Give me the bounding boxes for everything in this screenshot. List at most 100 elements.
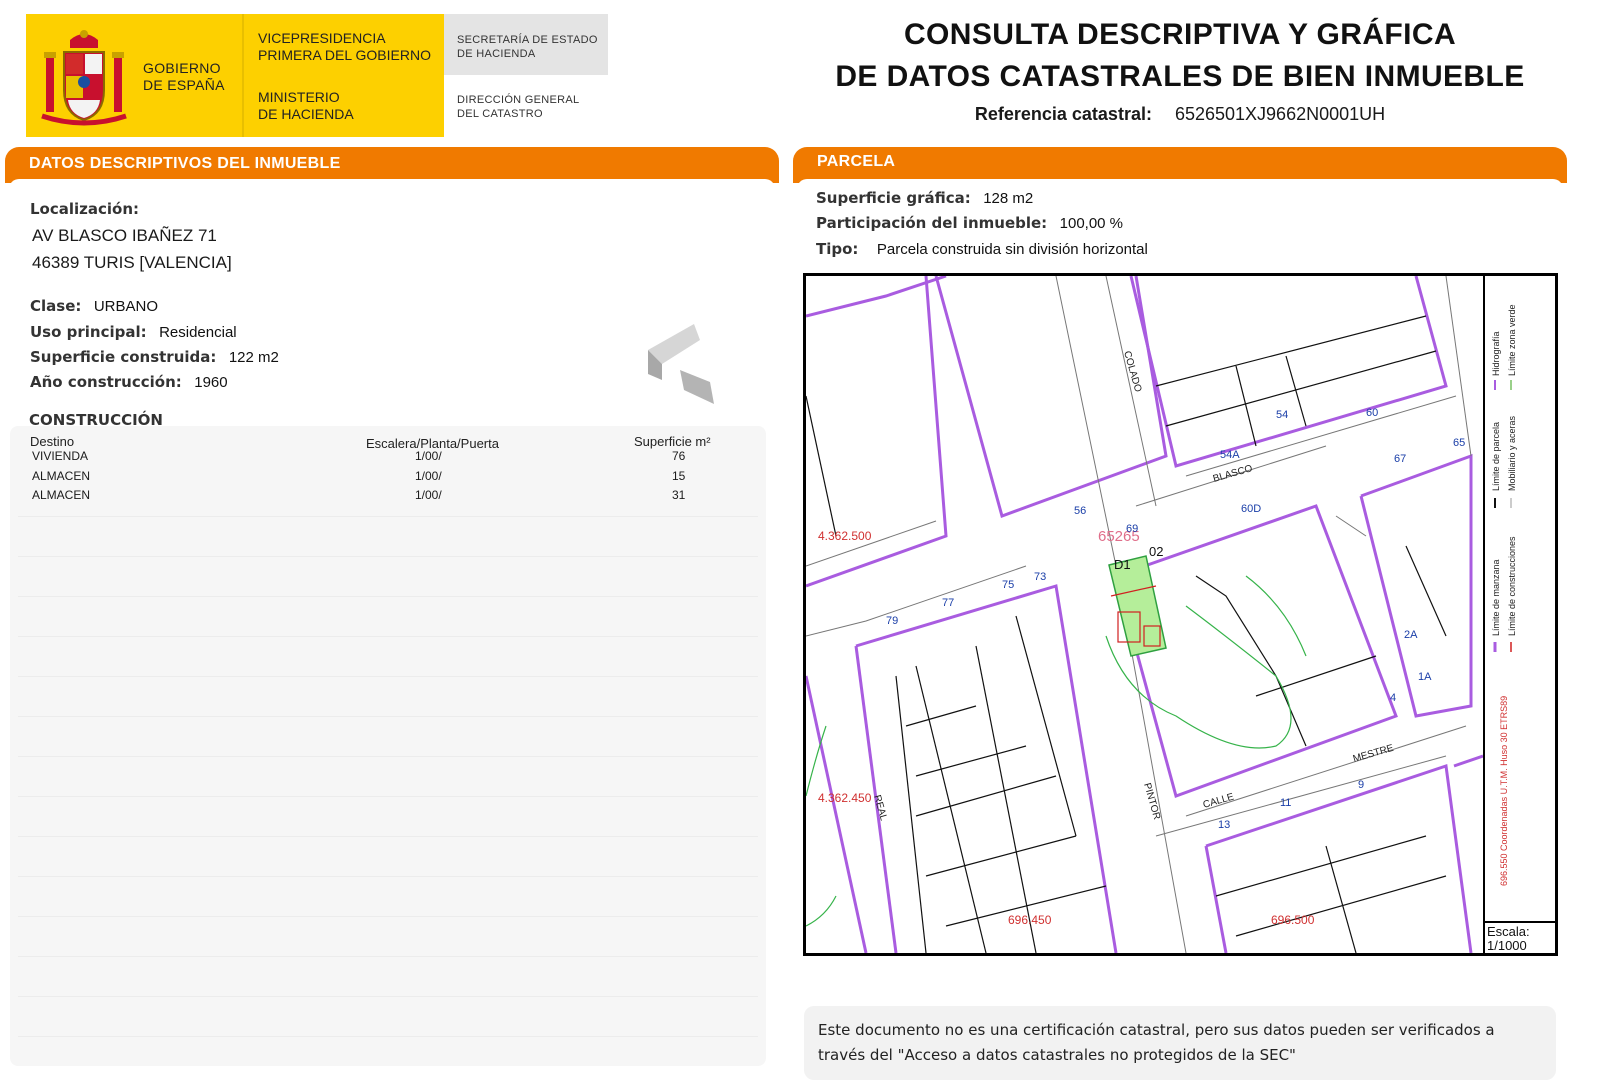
- legend-hidrografia: Hidrografía: [1491, 331, 1501, 376]
- house-number: 75: [1002, 579, 1014, 591]
- row-divider: [18, 716, 758, 717]
- scale-box: Escala: 1/1000: [1483, 921, 1555, 953]
- clase-row: Clase: URBANO: [30, 297, 158, 316]
- house-number: 54A: [1220, 449, 1240, 461]
- table-row: ALMACEN 1/00/ 31: [10, 485, 766, 505]
- legend-limite-parcela: Límite de parcela: [1491, 422, 1501, 491]
- superficie-row: Superficie construida: 122 m2: [30, 348, 279, 367]
- row-divider: [18, 956, 758, 957]
- row-divider: [18, 876, 758, 877]
- map-legend: Hidrografía Límite zona verde Límite de …: [1483, 276, 1555, 953]
- scale-label: Escala:: [1487, 924, 1530, 939]
- house-number: 54: [1276, 409, 1288, 421]
- row-divider: [18, 756, 758, 757]
- row-divider: [18, 916, 758, 917]
- cell-destino: ALMACEN: [32, 488, 91, 502]
- referencia-label: Referencia catastral:: [974, 104, 1152, 124]
- scale-value: 1/1000: [1487, 938, 1527, 953]
- cell-epp: 1/00/: [415, 488, 442, 502]
- legend-mobiliario: Mobiliario y aceras: [1507, 415, 1517, 491]
- coord-y2: 4.362.450: [818, 791, 872, 805]
- house-number: 1A: [1418, 671, 1432, 683]
- legend-limite-construcciones: Límite de construcciones: [1507, 536, 1517, 636]
- legend-limite-manzana: Límite de manzana: [1491, 559, 1501, 636]
- row-divider: [18, 596, 758, 597]
- row-divider: [18, 516, 758, 517]
- house-number: 2A: [1404, 629, 1418, 641]
- house-number: 79: [886, 615, 898, 627]
- logo-divider: [242, 14, 244, 137]
- anio-row: Año construcción: 1960: [30, 373, 228, 392]
- table-row: VIVIENDA 1/00/ 76: [10, 446, 766, 466]
- row-divider: [18, 676, 758, 677]
- row-divider: [18, 996, 758, 997]
- house-number: 60: [1366, 407, 1378, 419]
- uso-label: Uso principal:: [30, 323, 147, 341]
- superficie-grafica-label: Superficie gráfica:: [816, 189, 971, 207]
- house-number: 11: [1280, 797, 1291, 809]
- street-mestre: MESTRE: [1352, 743, 1395, 765]
- house-number: 13: [1218, 819, 1230, 831]
- row-divider: [18, 836, 758, 837]
- superficie-value: 122 m2: [228, 349, 279, 366]
- street-real: REAL: [871, 794, 889, 823]
- cadastral-map[interactable]: 65265 D1 02 4.362.500 4.362.450 696.450 …: [803, 273, 1558, 956]
- house-number: 9: [1358, 779, 1364, 791]
- uso-value: Residencial: [159, 324, 237, 341]
- superficie-label: Superficie construida:: [30, 348, 217, 366]
- vicepresidencia-label: VICEPRESIDENCIA PRIMERA DEL GOBIERNO: [258, 30, 431, 63]
- tipo-row: Tipo: Parcela construida sin división ho…: [816, 240, 1148, 259]
- house-number: 4: [1390, 692, 1396, 704]
- section-bar-parcela: PARCELA: [793, 147, 1567, 189]
- coord-x2: 696.500: [1271, 913, 1315, 927]
- legend-zona-verde: Límite zona verde: [1507, 304, 1517, 376]
- legend-coordinates: 696.550 Coordenadas U.T.M. Huso 30 ETRS8…: [1499, 696, 1509, 886]
- map-label-d1: D1: [1114, 557, 1131, 572]
- row-divider: [18, 1036, 758, 1037]
- house-number: 73: [1034, 571, 1046, 583]
- tipo-label: Tipo:: [816, 240, 859, 258]
- disclaimer-text: Este documento no es una certificación c…: [818, 1021, 1495, 1064]
- house-number: 69: [1126, 523, 1138, 535]
- gobierno-label: GOBIERNO DE ESPAÑA: [143, 60, 225, 93]
- cell-destino: ALMACEN: [32, 469, 91, 483]
- house-number: 77: [942, 597, 954, 609]
- anio-value: 1960: [194, 374, 228, 391]
- ministerio-label: MINISTERIO DE HACIENDA: [258, 89, 354, 122]
- localizacion-label: Localización:: [30, 200, 140, 218]
- house-number: 67: [1394, 453, 1406, 465]
- participacion-label: Participación del inmueble:: [816, 214, 1048, 232]
- localizacion-city: 46389 TURIS [VALENCIA]: [32, 253, 232, 272]
- clase-value: URBANO: [93, 298, 159, 315]
- superficie-grafica-value: 128 m2: [983, 190, 1034, 207]
- tipo-value: Parcela construida sin división horizont…: [876, 241, 1148, 258]
- map-drawing[interactable]: 65265 D1 02 4.362.500 4.362.450 696.450 …: [806, 276, 1483, 953]
- uso-row: Uso principal: Residencial: [30, 323, 237, 342]
- participacion-value: 100,00 %: [1059, 215, 1124, 232]
- referencia-value[interactable]: 6526501XJ9662N0001UH: [1175, 104, 1385, 124]
- cell-destino: VIVIENDA: [32, 449, 89, 463]
- green-zone-lines: [806, 575, 1307, 927]
- cell-sup: 15: [672, 469, 686, 483]
- cell-epp: 1/00/: [415, 449, 442, 463]
- superficie-grafica-row: Superficie gráfica: 128 m2: [816, 189, 1033, 208]
- house-number: 56: [1074, 505, 1086, 517]
- house-number: 60D: [1241, 503, 1261, 515]
- clase-label: Clase:: [30, 297, 82, 315]
- map-label-d2: 02: [1149, 544, 1163, 559]
- street-colado: COLADO: [1121, 350, 1143, 394]
- cell-sup: 76: [672, 449, 686, 463]
- secretaria-label: SECRETARÍA DE ESTADO DE HACIENDA: [457, 34, 598, 60]
- disclaimer-note: Este documento no es una certificación c…: [804, 1006, 1556, 1080]
- cell-sup: 31: [672, 488, 686, 502]
- watermark-logo-icon: [648, 324, 714, 404]
- gobierno-logo-block: GOBIERNO DE ESPAÑA VICEPRESIDENCIA PRIME…: [26, 14, 444, 137]
- row-divider: [18, 796, 758, 797]
- coord-x1: 696.450: [1008, 913, 1052, 927]
- house-number: 65: [1453, 437, 1465, 449]
- cell-epp: 1/00/: [415, 469, 442, 483]
- construccion-table: Destino Escalera/Planta/Puerta Superfici…: [10, 426, 766, 1066]
- direccion-general-label: DIRECCIÓN GENERAL DEL CATASTRO: [457, 94, 580, 120]
- row-divider: [18, 556, 758, 557]
- participacion-row: Participación del inmueble: 100,00 %: [816, 214, 1123, 233]
